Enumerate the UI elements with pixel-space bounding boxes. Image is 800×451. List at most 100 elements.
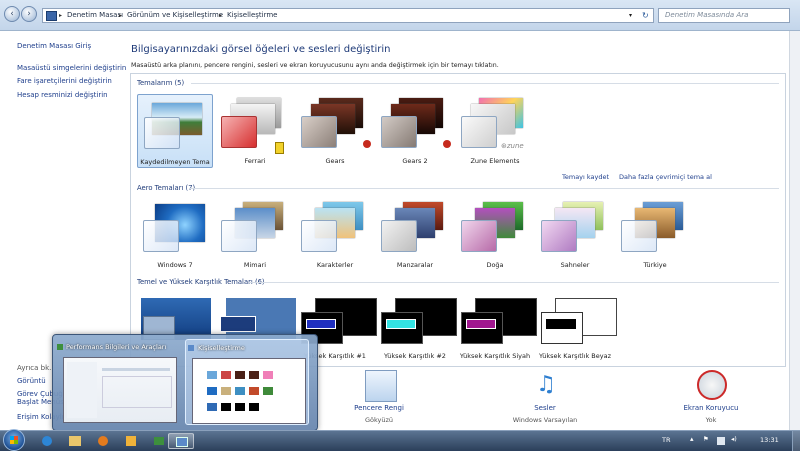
flag-icon[interactable]: ⚑	[703, 435, 709, 443]
page-description: Masaüstü arka planını, pencere rengini, …	[131, 62, 499, 69]
gears-logo-icon	[363, 140, 371, 148]
themes-panel: Temalarım (5) Kaydedilmeyen Tema Ferrari…	[130, 73, 786, 367]
windows-logo-icon	[10, 436, 18, 444]
taskbar: TR ▴ ⚑ ◂) 13:31	[0, 430, 800, 451]
sounds-value: Windows Varsayılan	[512, 416, 578, 424]
theme-label: Ferrari	[244, 157, 266, 165]
taskbar-ie-button[interactable]	[34, 433, 60, 449]
taskbar-control-panel-button[interactable]	[168, 433, 194, 449]
search-input[interactable]: Denetim Masasında Ara	[658, 8, 790, 23]
taskbar-firefox-button[interactable]	[90, 433, 116, 449]
forward-button[interactable]: ›	[21, 6, 37, 22]
sidebar-mouse-pointers-link[interactable]: Fare işaretçilerini değiştirin	[17, 77, 112, 85]
language-indicator[interactable]: TR	[662, 436, 671, 444]
screen-saver-label: Ekran Koruyucu	[683, 404, 739, 412]
sounds-setting[interactable]: ♫ Sesler Windows Varsayılan	[485, 370, 605, 426]
save-theme-link[interactable]: Temayı kaydet	[562, 173, 609, 181]
theme-windows-7[interactable]: Windows 7	[137, 198, 213, 272]
control-panel-icon	[176, 437, 188, 447]
my-themes-header: Temalarım (5)	[137, 79, 185, 87]
theme-landscapes[interactable]: Manzaralar	[377, 198, 453, 272]
taskbar-media-button[interactable]	[118, 433, 144, 449]
screen-saver-setting[interactable]: Ekran Koruyucu Yok	[651, 370, 771, 426]
thumbnail-title: Kişiselleştirme	[198, 344, 245, 352]
theme-label: Yüksek Karşıtlık Siyah	[459, 352, 531, 360]
breadcrumb-control-panel[interactable]: Denetim Masası	[67, 9, 123, 22]
theme-label: Yüksek Karşıtlık #2	[384, 352, 446, 360]
address-toolbar: ‹ › ▸ Denetim Masası ▸ Görünüm ve Kişise…	[0, 0, 800, 31]
sounds-label: Sesler	[534, 404, 556, 412]
taskbar-thumbnail-popup: Performans Bilgileri ve Araçları Kişisel…	[52, 334, 318, 431]
theme-label: Türkiye	[643, 261, 667, 269]
window-color-value: Gökyüzü	[364, 416, 394, 424]
clock[interactable]: 13:31	[760, 436, 779, 444]
sidebar-account-picture-link[interactable]: Hesap resminizi değiştirin	[17, 91, 108, 99]
theme-label: Gears	[325, 157, 345, 165]
theme-zune-elements[interactable]: ⊛zune Zune Elements	[457, 94, 533, 168]
window-color-setting[interactable]: Pencere Rengi Gökyüzü	[319, 370, 439, 426]
see-also-display-link[interactable]: Görüntü	[17, 377, 46, 385]
theme-label: Yüksek Karşıtlık Beyaz	[538, 352, 611, 360]
thumbnail-performance[interactable]: Performans Bilgileri ve Araçları	[57, 339, 181, 425]
thumbnail-personalization[interactable]: Kişiselleştirme	[185, 339, 309, 425]
personalization-icon	[188, 345, 194, 351]
theme-gears-2[interactable]: Gears 2	[377, 94, 453, 168]
theme-high-contrast-white[interactable]: Yüksek Karşıtlık Beyaz	[537, 296, 617, 370]
refresh-icon[interactable]: ↻	[642, 9, 649, 22]
performance-icon	[57, 344, 63, 350]
theme-label: Doğa	[486, 261, 504, 269]
theme-unsaved[interactable]: Kaydedilmeyen Tema	[137, 94, 213, 168]
gears-logo-icon	[443, 140, 451, 148]
theme-label: Gears 2	[402, 157, 428, 165]
media-player-icon	[126, 436, 136, 446]
control-panel-icon	[46, 11, 57, 21]
theme-ferrari[interactable]: Ferrari	[217, 94, 293, 168]
theme-characters[interactable]: Karakterler	[297, 198, 373, 272]
folder-icon	[69, 436, 81, 446]
dropdown-icon[interactable]: ▾	[629, 9, 632, 22]
theme-high-contrast-black[interactable]: Yüksek Karşıtlık Siyah	[457, 296, 537, 370]
screen-saver-icon	[697, 370, 727, 400]
tray-expand-icon[interactable]: ▴	[690, 435, 694, 443]
scrollbar[interactable]	[789, 31, 800, 431]
theme-label: Karakterler	[316, 261, 354, 269]
theme-label: Sahneler	[560, 261, 590, 269]
breadcrumb-appearance[interactable]: Görünüm ve Kişiselleştirme	[127, 9, 223, 22]
taskbar-explorer-button[interactable]	[62, 433, 88, 449]
theme-label: Zune Elements	[470, 157, 520, 165]
theme-turkey[interactable]: Türkiye	[617, 198, 693, 272]
network-icon[interactable]	[717, 437, 725, 445]
volume-icon[interactable]: ◂)	[731, 435, 737, 443]
screen-saver-value: Yok	[705, 416, 717, 424]
window-color-label: Pencere Rengi	[354, 404, 404, 412]
sidebar-home-link[interactable]: Denetim Masası Giriş	[17, 42, 91, 50]
theme-gears[interactable]: Gears	[297, 94, 373, 168]
ferrari-badge-icon	[275, 142, 284, 154]
ie-icon	[42, 436, 52, 446]
see-also-title: Ayrıca bk.	[17, 364, 52, 372]
theme-scenes[interactable]: Sahneler	[537, 198, 613, 272]
theme-architecture[interactable]: Mimari	[217, 198, 293, 272]
start-button[interactable]	[3, 429, 25, 451]
theme-label: Mimari	[243, 261, 267, 269]
back-button[interactable]: ‹	[4, 6, 20, 22]
firefox-icon	[98, 436, 108, 446]
show-desktop-button[interactable]	[792, 431, 800, 451]
address-bar[interactable]: ▸ Denetim Masası ▸ Görünüm ve Kişiselleş…	[42, 8, 654, 23]
window-color-icon	[365, 370, 397, 402]
sidebar-desktop-icons-link[interactable]: Masaüstü simgelerini değiştirin	[17, 64, 126, 72]
music-notes-icon: ♫	[536, 372, 556, 397]
thumbnail-title: Performans Bilgileri ve Araçları	[66, 343, 167, 351]
page-title: Bilgisayarınızdaki görsel öğeleri ve ses…	[131, 44, 391, 55]
aero-themes-header: Aero Temaları (7)	[137, 184, 196, 192]
basic-themes-header: Temel ve Yüksek Karşıtlık Temaları (6)	[137, 278, 265, 286]
performance-icon	[154, 437, 164, 445]
theme-label: Windows 7	[157, 261, 193, 269]
theme-label: Manzaralar	[396, 261, 434, 269]
theme-nature[interactable]: Doğa	[457, 198, 533, 272]
zune-logo-icon: ⊛zune	[501, 142, 524, 150]
get-more-themes-link[interactable]: Daha fazla çevrimiçi tema al	[619, 173, 712, 181]
breadcrumb-personalization[interactable]: Kişiselleştirme	[227, 9, 278, 22]
theme-label: Kaydedilmeyen Tema	[140, 158, 210, 166]
theme-high-contrast-2[interactable]: Yüksek Karşıtlık #2	[377, 296, 457, 370]
